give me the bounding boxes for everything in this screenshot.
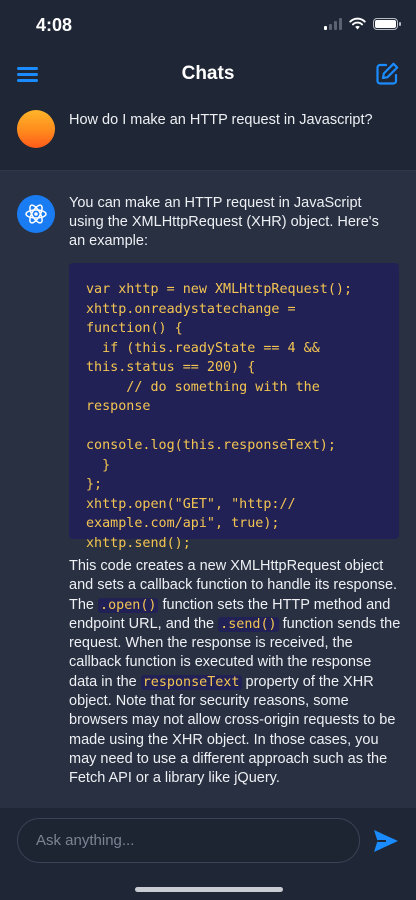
- compose-icon[interactable]: [374, 61, 400, 87]
- user-message-text: How do I make an HTTP request in Javascr…: [69, 112, 373, 128]
- user-message: How do I make an HTTP request in Javascr…: [0, 98, 416, 170]
- chat-screen: 4:08 Chats How do I make an HTTP request…: [0, 0, 416, 900]
- nav-bar: Chats: [0, 52, 416, 98]
- page-title: Chats: [181, 63, 235, 84]
- code-block: var xhttp = new XMLHttpRequest(); xhttp.…: [69, 263, 399, 551]
- inline-code: .send(): [218, 616, 279, 632]
- battery-icon: [373, 17, 401, 30]
- signal-icon: [324, 17, 342, 30]
- wifi-icon: [349, 17, 366, 30]
- send-icon[interactable]: [372, 828, 400, 854]
- composer: [0, 808, 416, 900]
- bot-icon: [17, 195, 55, 233]
- inline-code: .open(): [98, 597, 159, 613]
- status-time: 4:08: [36, 15, 73, 35]
- status-bar: 4:08: [0, 0, 416, 52]
- explanation-text: property of the XHR object. Note that fo…: [69, 673, 396, 787]
- avatar: [17, 110, 55, 148]
- message-input[interactable]: [18, 819, 359, 862]
- message-input-container: [17, 818, 360, 863]
- assistant-explanation: This code creates a new XMLHttpRequest o…: [69, 557, 401, 789]
- assistant-message: You can make an HTTP request in JavaScri…: [0, 170, 416, 808]
- home-indicator: [135, 887, 283, 892]
- code-snippet: var xhttp = new XMLHttpRequest(); xhttp.…: [86, 282, 353, 551]
- status-icons: [324, 17, 401, 30]
- inline-code: responseText: [140, 674, 242, 690]
- assistant-intro-text: You can make an HTTP request in JavaScri…: [69, 195, 379, 249]
